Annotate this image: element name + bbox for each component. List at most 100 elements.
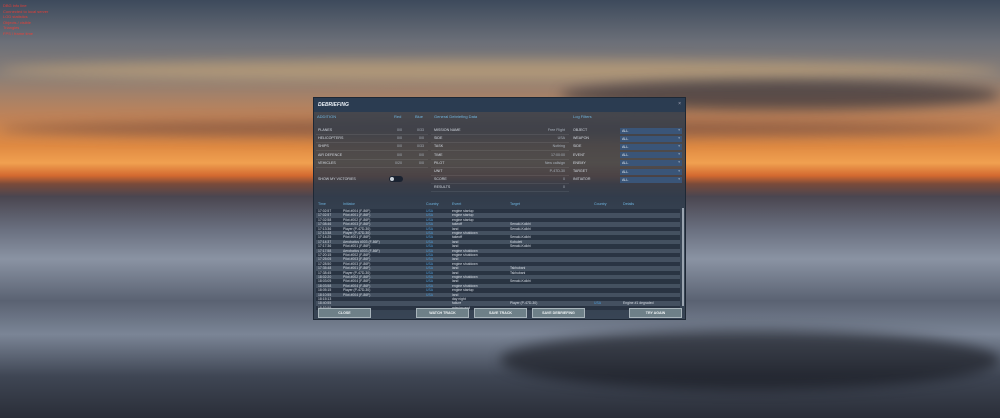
general-label: RESULTS <box>434 185 451 190</box>
stat-label: VEHICLES <box>318 160 336 165</box>
general-value: 0 <box>563 177 565 182</box>
divider <box>431 166 569 168</box>
stat-red: 0/0 <box>397 152 402 157</box>
filter-label: SIDE <box>573 144 582 149</box>
filter-label: TARGET <box>573 169 588 173</box>
divider <box>431 183 569 185</box>
log-scrollbar[interactable] <box>682 208 684 306</box>
divider <box>431 142 569 144</box>
toggle-knob <box>390 177 394 181</box>
filter-value: ALL <box>622 161 629 166</box>
column-header[interactable]: Event <box>452 202 461 206</box>
stat-blue: 0/33 <box>417 144 424 149</box>
stat-label: PLANES <box>318 128 333 132</box>
filter-label: WEAPON <box>573 136 589 141</box>
stat-red: 0/0 <box>397 144 402 149</box>
filter-value: ALL <box>622 136 629 141</box>
divider <box>431 134 569 135</box>
column-header[interactable]: Target <box>510 202 520 206</box>
filter-value: ALL <box>622 128 629 133</box>
close-button[interactable]: CLOSE <box>318 308 371 318</box>
chevron-down-icon: ▾ <box>678 127 680 132</box>
stat-blue: 0/0 <box>419 152 424 157</box>
save-debriefing-button[interactable]: SAVE DEBRIEFING <box>532 308 585 318</box>
general-value: 17:00:00 <box>551 152 565 157</box>
show-victories-label: SHOW MY VICTORIES <box>318 177 356 181</box>
red-column-header: Red <box>394 114 402 119</box>
general-label: PILOT <box>434 160 445 165</box>
log-filters-header: Log Filters <box>573 114 592 119</box>
divider <box>431 158 569 160</box>
chevron-down-icon: ▾ <box>678 152 680 157</box>
filter-select-enemy[interactable]: ALL ▾ <box>620 160 682 167</box>
filter-label: ENEMY <box>573 160 586 165</box>
general-value: Free Flight <box>547 128 565 132</box>
divider <box>316 150 428 152</box>
filter-value: ALL <box>622 169 629 174</box>
stat-red: 0/20 <box>395 160 402 165</box>
column-header[interactable]: Initiator <box>343 202 355 206</box>
debug-overlay: DBG info line Connected to local server LO… <box>3 3 48 36</box>
column-header[interactable]: Country <box>594 202 607 206</box>
filter-value: ALL <box>622 177 629 182</box>
blue-column-header: Blue <box>415 114 424 119</box>
save-track-button[interactable]: SAVE TRACK <box>474 308 527 318</box>
chevron-down-icon: ▾ <box>678 168 680 173</box>
general-header: General Debriefing Data <box>434 114 478 119</box>
filter-value: ALL <box>622 144 629 149</box>
event-log-table: Time Initiator Country Event Target Country De… <box>316 200 684 311</box>
general-label: TASK <box>434 144 444 149</box>
filter-value: ALL <box>622 153 629 158</box>
stat-blue: 0/0 <box>419 136 424 141</box>
stat-label: AIR DEFENCE <box>318 152 343 157</box>
chevron-down-icon: ▾ <box>678 135 680 140</box>
column-header[interactable]: Country <box>426 202 439 206</box>
window-title: DEBRIEFING <box>314 98 685 112</box>
general-label: UNIT <box>434 169 443 173</box>
column-header[interactable]: Time <box>318 202 326 206</box>
general-value: P-47D-30 <box>549 169 565 173</box>
general-label: SCORE <box>434 177 447 182</box>
debug-line: FPS / frame time <box>3 30 34 36</box>
filter-label: INITIATOR <box>573 177 591 182</box>
close-icon[interactable]: × <box>678 101 681 107</box>
sky-cloud <box>0 60 1000 80</box>
divider <box>431 191 569 193</box>
stat-red: 0/0 <box>397 136 402 141</box>
stat-blue: 0/33 <box>417 128 424 132</box>
watch-track-button[interactable]: WATCH TRACK <box>416 308 469 318</box>
filter-select-event[interactable]: ALL ▾ <box>620 152 682 159</box>
mountain <box>500 330 1000 390</box>
divider <box>316 134 428 135</box>
column-header[interactable]: Details <box>623 202 634 206</box>
divider <box>431 150 569 152</box>
chevron-down-icon: ▾ <box>678 143 680 148</box>
divider <box>316 158 428 160</box>
stat-label: SHIPS <box>318 144 329 149</box>
divider <box>316 142 428 144</box>
chevron-down-icon: ▾ <box>678 160 680 165</box>
divider <box>316 166 428 168</box>
stat-label: HELICOPTERS <box>318 136 344 141</box>
filter-select-object[interactable]: ALL ▾ <box>620 127 682 134</box>
show-victories-toggle[interactable] <box>389 176 403 182</box>
divider <box>431 175 569 176</box>
filter-select-initiator[interactable]: ALL ▾ <box>620 176 682 183</box>
stat-red: 0/0 <box>397 128 402 132</box>
stats-header: ADDITION <box>317 114 337 119</box>
general-label: MISSION NAME <box>434 128 461 132</box>
filter-select-target[interactable]: ALL ▾ <box>620 168 682 175</box>
filter-label: OBJECT <box>573 128 588 132</box>
filter-label: EVENT <box>573 152 585 157</box>
filter-select-side[interactable]: ALL ▾ <box>620 143 682 150</box>
general-value: New callsign <box>544 160 565 165</box>
general-value: 0 <box>563 185 565 190</box>
try-again-button[interactable]: TRY AGAIN <box>629 308 682 318</box>
general-label: TIME <box>434 152 443 157</box>
general-label: SIDE <box>434 136 443 141</box>
stat-blue: 0/0 <box>419 160 424 165</box>
general-value: USA <box>557 136 565 141</box>
chevron-down-icon: ▾ <box>678 176 680 181</box>
filter-select-weapon[interactable]: ALL ▾ <box>620 135 682 142</box>
general-value: Nothing <box>552 144 565 149</box>
